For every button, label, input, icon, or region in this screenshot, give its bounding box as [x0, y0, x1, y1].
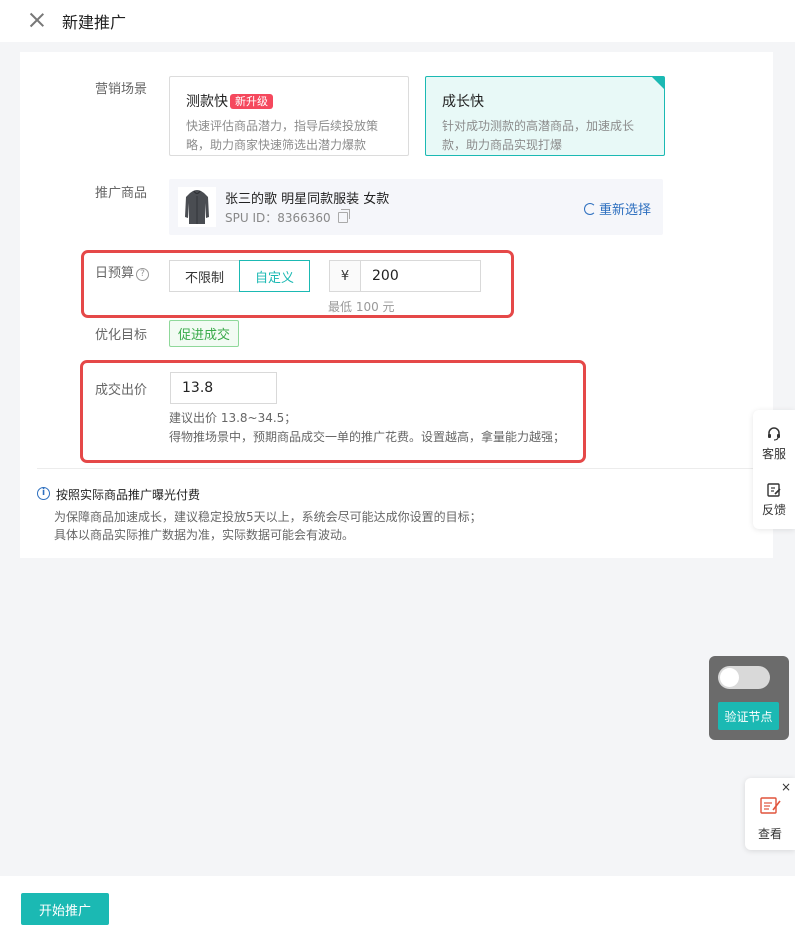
jacket-icon — [185, 190, 209, 224]
verify-toggle[interactable] — [718, 666, 770, 689]
info-icon: i — [37, 487, 50, 500]
report-icon — [760, 797, 781, 814]
verify-node-panel: 验证节点 — [709, 656, 789, 740]
product-box: 张三的歌 明星同款服装 女款 SPU ID：8366360 重新选择 — [169, 179, 663, 235]
reselect-label: 重新选择 — [598, 203, 651, 218]
reselect-button[interactable]: 重新选择 — [583, 199, 651, 218]
scene-option-title-text: 成长快 — [442, 94, 484, 110]
currency-prefix: ¥ — [330, 261, 361, 291]
goal-label: 优化目标 — [95, 328, 148, 343]
bid-highlight-frame — [80, 360, 586, 463]
bid-label: 成交出价 — [95, 383, 148, 398]
help-icon[interactable]: ? — [136, 268, 150, 281]
scene-option-title-text: 测款快 — [186, 94, 228, 110]
new-upgrade-badge: 新升级 — [230, 93, 273, 109]
budget-min-hint: 最低 100 元 — [328, 300, 395, 314]
product-label: 推广商品 — [95, 186, 148, 201]
side-float-panel: 客服 反馈 — [753, 410, 795, 529]
budget-input[interactable]: ¥ 200 — [329, 260, 481, 292]
info-title: 按照实际商品推广曝光付费 — [56, 488, 201, 502]
verify-node-button[interactable]: 验证节点 — [718, 702, 779, 730]
product-spu: SPU ID：8366360 — [225, 209, 350, 226]
selected-corner-mark — [652, 77, 664, 89]
budget-value[interactable]: 200 — [361, 261, 480, 291]
copy-icon[interactable] — [337, 209, 350, 223]
budget-mode-toggle: 不限制 自定义 — [169, 260, 311, 292]
page-footer: 开始推广 — [0, 876, 795, 940]
bid-suggest-hint: 建议出价 13.8~34.5； — [169, 411, 297, 425]
budget-label-text: 日预算 — [95, 266, 135, 281]
divider — [37, 468, 773, 469]
feedback-button[interactable]: 反馈 — [753, 482, 795, 518]
scene-option-desc: 针对成功测款的高潜商品，加速成长款，助力商品实现打爆 — [442, 119, 635, 152]
info-line: 为保障商品加速成长，建议稳定投放5天以上，系统会尽可能达成你设置的目标； — [54, 510, 482, 524]
product-spu-text: SPU ID：8366360 — [225, 211, 331, 225]
scene-option-title: 成长快 — [442, 91, 484, 111]
page-header: 新建推广 — [0, 0, 795, 42]
close-icon[interactable]: × — [781, 780, 791, 794]
scene-option-desc: 快速评估商品潜力，指导后续投放策略，助力商家快速筛选出潜力爆款 — [186, 119, 379, 152]
scene-option-test[interactable]: 测款快 新升级 快速评估商品潜力，指导后续投放策略，助力商家快速筛选出潜力爆款 — [169, 76, 409, 156]
close-icon[interactable] — [26, 9, 48, 31]
info-line: 具体以商品实际推广数据为准，实际数据可能会有波动。 — [54, 528, 355, 542]
bid-input[interactable]: 13.8 — [170, 372, 277, 404]
budget-custom-button[interactable]: 自定义 — [239, 260, 311, 292]
view-label: 查看 — [757, 827, 782, 841]
scene-option-title: 测款快 新升级 — [186, 91, 273, 111]
goal-tag[interactable]: 促进成交 — [169, 320, 240, 347]
feedback-label: 反馈 — [761, 503, 786, 517]
scene-label: 营销场景 — [95, 82, 148, 97]
headset-icon — [768, 427, 780, 441]
page-title: 新建推广 — [62, 13, 127, 32]
customer-service-label: 客服 — [761, 447, 786, 461]
budget-label: 日预算? — [95, 262, 150, 281]
start-promotion-button[interactable]: 开始推广 — [21, 893, 109, 925]
toggle-knob — [720, 668, 739, 687]
form-card: 营销场景 测款快 新升级 快速评估商品潜力，指导后续投放策略，助力商家快速筛选出… — [20, 52, 773, 558]
budget-unlimited-button[interactable]: 不限制 — [169, 260, 241, 292]
product-thumbnail — [178, 187, 216, 227]
edit-note-icon — [767, 483, 781, 497]
customer-service-button[interactable]: 客服 — [753, 426, 795, 462]
refresh-icon — [583, 202, 596, 215]
bid-desc-hint: 得物推场景中，预期商品成交一单的推广花费。设置越高，拿量能力越强； — [169, 430, 566, 444]
product-name: 张三的歌 明星同款服装 女款 — [225, 192, 390, 207]
view-float-panel[interactable]: × 查看 — [745, 778, 795, 850]
scene-option-grow[interactable]: 成长快 针对成功测款的高潜商品，加速成长款，助力商品实现打爆 — [425, 76, 665, 156]
